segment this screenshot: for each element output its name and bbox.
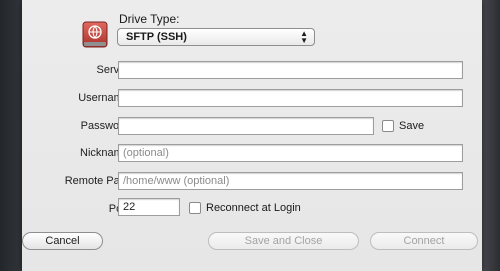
drive-type-select[interactable]: SFTP (SSH) ▲ ▼ <box>117 28 315 46</box>
password-label: Password: <box>80 120 132 132</box>
connect-sheet: Drive Type: SFTP (SSH) ▲ ▼ Server: Userna… <box>22 0 482 271</box>
reconnect-checkbox[interactable] <box>189 202 201 214</box>
nickname-label: Nickname: <box>80 147 132 159</box>
username-label: Username: <box>78 92 132 104</box>
select-arrows-icon: ▲ ▼ <box>300 29 308 45</box>
remote-path-field[interactable]: /home/www (optional) <box>118 172 463 190</box>
server-label: Server: <box>96 64 132 76</box>
remote-path-label: Remote Path: <box>64 175 132 187</box>
password-field[interactable] <box>118 117 374 135</box>
port-field[interactable]: 22 <box>118 198 180 216</box>
server-field[interactable] <box>118 61 463 79</box>
connect-button[interactable]: Connect <box>370 232 478 250</box>
drive-type-value: SFTP (SSH) <box>126 31 187 43</box>
drive-type-label: Drive Type: <box>119 12 180 26</box>
port-label: Port: <box>22 203 132 215</box>
save-password-checkbox[interactable] <box>382 120 394 132</box>
cancel-button[interactable]: Cancel <box>22 232 103 250</box>
username-field[interactable] <box>118 89 463 107</box>
window-background-right <box>480 0 500 271</box>
save-password-label: Save <box>399 120 425 132</box>
reconnect-label: Reconnect at Login <box>206 202 301 214</box>
save-and-close-button[interactable]: Save and Close <box>208 232 359 250</box>
nickname-field[interactable]: (optional) <box>118 144 463 162</box>
drive-icon <box>82 21 108 48</box>
